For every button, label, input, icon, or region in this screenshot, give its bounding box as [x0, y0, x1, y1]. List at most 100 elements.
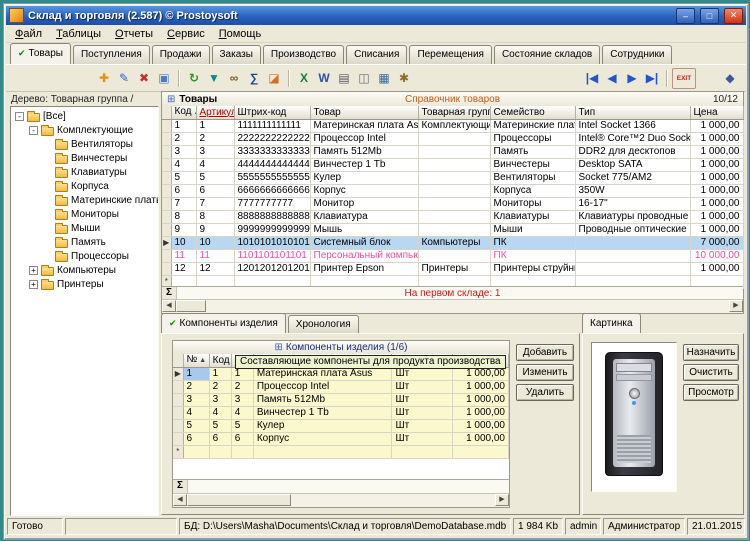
search-icon[interactable]: ∞	[224, 69, 244, 88]
tree-item[interactable]: +Принтеры	[11, 277, 158, 291]
table-cell[interactable]: Процессоры	[490, 133, 575, 146]
table-cell[interactable]: Шт	[392, 433, 452, 446]
table-cell[interactable]: 5	[209, 420, 231, 433]
refresh-icon[interactable]: ↻	[184, 69, 204, 88]
table-cell[interactable]: 7 000,00	[690, 237, 743, 250]
table-cell[interactable]	[418, 185, 490, 198]
table-cell[interactable]: Память 512Mb	[253, 394, 392, 407]
tree-item[interactable]: +Компьютеры	[11, 263, 158, 277]
assign-picture-button[interactable]: Назначить	[683, 344, 739, 361]
table-cell[interactable]: 1 000,00	[452, 407, 508, 420]
table-cell[interactable]: 2	[209, 381, 231, 394]
tree-item[interactable]: -Комплектующие	[11, 123, 158, 137]
table-cell[interactable]	[183, 446, 209, 459]
table-row[interactable]: 11111101101101101Персональный компьютерП…	[162, 250, 743, 263]
table-cell[interactable]: 10	[196, 237, 234, 250]
tree-item[interactable]: Материнские платы	[11, 193, 158, 207]
table-cell[interactable]: Корпус	[253, 433, 392, 446]
table-cell[interactable]: Материнские платы	[490, 120, 575, 133]
table-row[interactable]: 555555555555555КулерВентиляторыSocket 77…	[162, 172, 743, 185]
table-cell[interactable]: 6	[183, 433, 209, 446]
tab-5[interactable]: Производство	[263, 45, 344, 64]
table-cell[interactable]	[418, 146, 490, 159]
sum-icon[interactable]: ∑	[244, 69, 264, 88]
expand-icon[interactable]: +	[29, 266, 38, 275]
table-cell[interactable]: 4	[209, 407, 231, 420]
table-cell[interactable]: 6	[196, 185, 234, 198]
table-cell[interactable]: 11	[196, 250, 234, 263]
excel-export-icon[interactable]: X	[294, 69, 314, 88]
table-cell[interactable]: 16-17"	[575, 198, 690, 211]
table-cell[interactable]	[418, 211, 490, 224]
row-selector[interactable]	[162, 211, 171, 224]
table-cell[interactable]: 2	[183, 381, 209, 394]
table-cell[interactable]: 5	[196, 172, 234, 185]
table-cell[interactable]: 1101101101101	[234, 250, 310, 263]
table-cell[interactable]: 3	[183, 394, 209, 407]
table-cell[interactable]: Вентиляторы	[490, 172, 575, 185]
table-cell[interactable]: Клавиатура	[310, 211, 418, 224]
table-cell[interactable]: Шт	[392, 368, 452, 381]
table-row[interactable]: 222222222222222Процессор IntelПроцессоры…	[162, 133, 743, 146]
table-cell[interactable]: 7	[171, 198, 196, 211]
table-row[interactable]: 333333333333333Память 512MbПамятьDDR2 дл…	[162, 146, 743, 159]
column-header-6[interactable]: Семейство	[490, 106, 575, 120]
panels-icon[interactable]: ◆	[720, 69, 740, 88]
tree-item[interactable]: Винчестеры	[11, 151, 158, 165]
table-cell[interactable]: 7777777777	[234, 198, 310, 211]
table-cell[interactable]	[418, 133, 490, 146]
table-cell[interactable]: 4	[171, 159, 196, 172]
table-cell[interactable]: 6	[171, 185, 196, 198]
table-cell[interactable]	[392, 446, 452, 459]
table-cell[interactable]: Кулер	[253, 420, 392, 433]
row-selector[interactable]	[162, 146, 171, 159]
table-cell[interactable]: Socket 775/AM2	[575, 172, 690, 185]
table-cell[interactable]: 1 000,00	[690, 211, 743, 224]
expand-icon[interactable]: +	[29, 280, 38, 289]
row-selector[interactable]	[162, 224, 171, 237]
table-cell[interactable]: Монитор	[310, 198, 418, 211]
clear-picture-button[interactable]: Очистить	[683, 364, 739, 381]
table-cell[interactable]: Проводные оптические мыши	[575, 224, 690, 237]
table-row[interactable]: 777777777777МониторМониторы16-17"1 000,0…	[162, 198, 743, 211]
column-header-1[interactable]: Код▲	[171, 106, 196, 120]
print-preview-icon[interactable]: ◫	[354, 69, 374, 88]
table-cell[interactable]: 4	[196, 159, 234, 172]
table-cell[interactable]: 2222222222222	[234, 133, 310, 146]
table-cell[interactable]: 1111111111111	[234, 120, 310, 133]
table-cell[interactable]: Материнская плата Asus	[310, 120, 418, 133]
table-cell[interactable]	[575, 237, 690, 250]
table-row[interactable]: ▶10101010101010101Системный блокКомпьюте…	[162, 237, 743, 250]
table-row[interactable]: 111111111111111Материнская плата AsusКом…	[162, 120, 743, 133]
table-cell[interactable]: Принтеры струйные	[490, 263, 575, 276]
tab-1[interactable]: ✔Товары	[10, 43, 71, 64]
table-cell[interactable]: 1 000,00	[452, 394, 508, 407]
table-cell[interactable]: 8888888888888	[234, 211, 310, 224]
table-cell[interactable]: Мыши	[490, 224, 575, 237]
table-cell[interactable]: Винчестеры	[490, 159, 575, 172]
scroll-left-arrow-icon[interactable]: ◀	[162, 300, 176, 312]
table-cell[interactable]: 1201201201201	[234, 263, 310, 276]
table-cell[interactable]	[418, 159, 490, 172]
table-cell[interactable]: 2	[171, 133, 196, 146]
collapse-icon[interactable]: -	[15, 112, 24, 121]
tree-item[interactable]: Память	[11, 235, 158, 249]
table-cell[interactable]: Мониторы	[490, 198, 575, 211]
table-cell[interactable]	[253, 446, 392, 459]
table-cell[interactable]: Шт	[392, 381, 452, 394]
add-record-icon[interactable]: ✚	[94, 69, 114, 88]
column-header-7[interactable]: Тип	[575, 106, 690, 120]
table-cell[interactable]: Intel Socket 1366	[575, 120, 690, 133]
new-row[interactable]: *	[173, 446, 509, 459]
table-cell[interactable]: 3	[196, 146, 234, 159]
table-cell[interactable]: 10 000,00	[690, 250, 743, 263]
scroll-left-arrow-icon[interactable]: ◀	[173, 494, 187, 506]
tree-item[interactable]: -[Все]	[11, 109, 158, 123]
column-header-1[interactable]: №▲	[183, 354, 209, 368]
table-cell[interactable]: Винчестер 1 Tb	[310, 159, 418, 172]
tab-3[interactable]: Продажи	[152, 45, 210, 64]
column-header-2[interactable]: Код компонента	[209, 354, 231, 368]
tab-9[interactable]: Сотрудники	[602, 45, 672, 64]
table-cell[interactable]	[575, 263, 690, 276]
row-selector[interactable]	[162, 198, 171, 211]
